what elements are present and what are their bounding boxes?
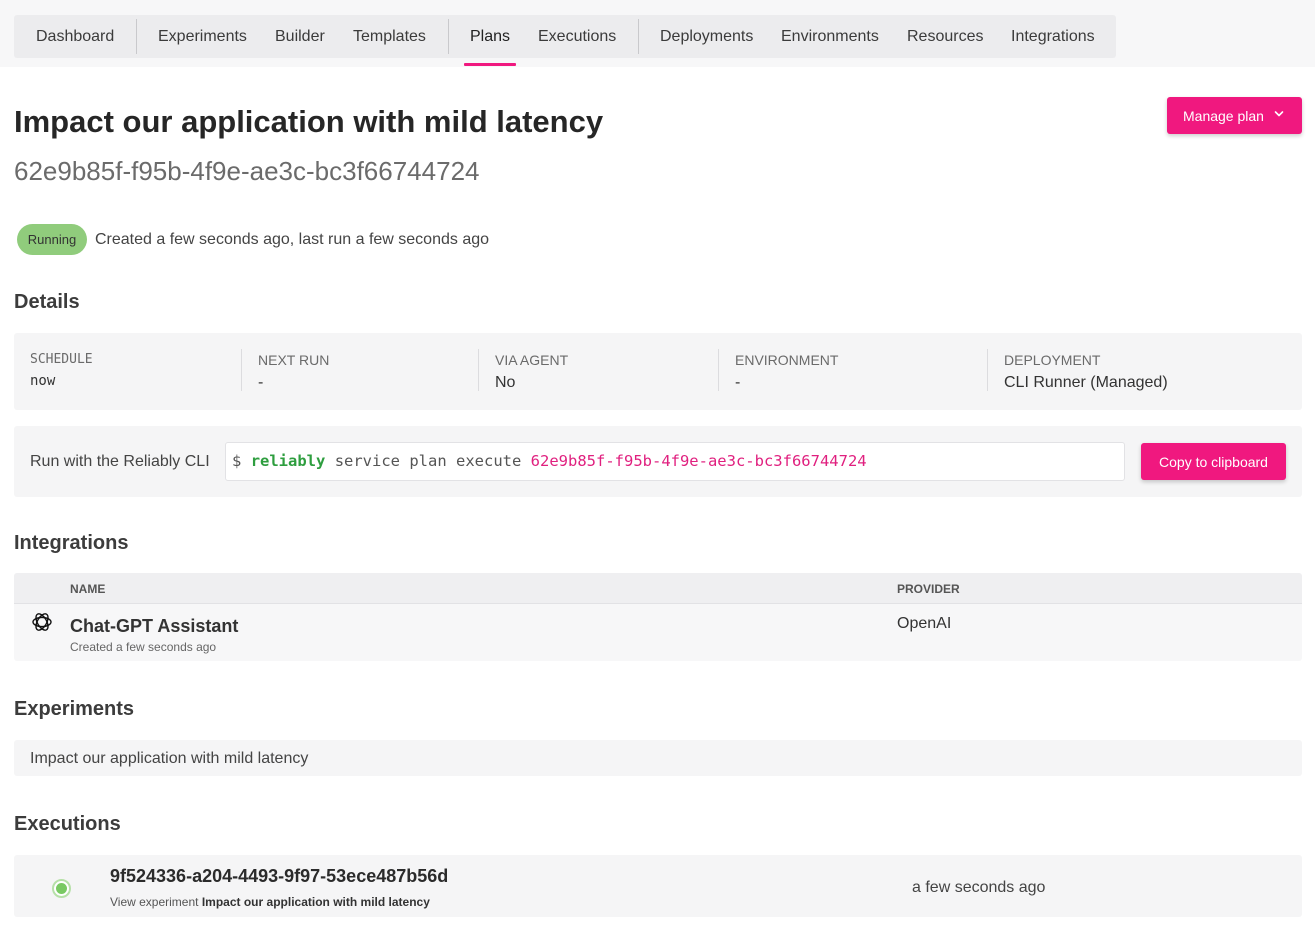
manage-plan-label: Manage plan — [1183, 107, 1264, 124]
plan-id: 62e9b85f-f95b-4f9e-ae3c-bc3f66744724 — [14, 156, 480, 186]
details-divider — [241, 349, 242, 391]
execution-experiment-name: Impact our application with mild latency — [201, 895, 430, 909]
nav-active-indicator — [464, 63, 516, 66]
manage-plan-button[interactable]: Manage plan — [1167, 97, 1302, 134]
copy-to-clipboard-button[interactable]: Copy to clipboard — [1141, 443, 1286, 480]
deployment-label: DEPLOYMENT — [1004, 352, 1101, 368]
nav-dashboard[interactable]: Dashboard — [36, 15, 114, 58]
execution-experiment-link[interactable]: View experiment Impact our application w… — [110, 895, 430, 909]
nav-divider — [448, 19, 449, 54]
nav-executions[interactable]: Executions — [538, 15, 616, 58]
execution-time: a few seconds ago — [912, 879, 1046, 896]
deployment-value: CLI Runner (Managed) — [1004, 374, 1168, 391]
nav-divider — [136, 19, 137, 54]
status-text: Created a few seconds ago, last run a fe… — [95, 231, 490, 248]
integration-provider: OpenAI — [897, 615, 952, 632]
via-agent-label: VIA AGENT — [495, 352, 569, 368]
chevron-down-icon — [1274, 111, 1284, 117]
nav-environments[interactable]: Environments — [781, 15, 879, 58]
cli-args: service plan execute — [334, 452, 522, 470]
nav-integrations[interactable]: Integrations — [1011, 15, 1095, 58]
table-header: NAME PROVIDER — [14, 573, 1302, 604]
page-title: Impact our application with mild latency — [14, 104, 604, 139]
cli-prompt: $ — [232, 452, 242, 470]
experiment-item[interactable]: Impact our application with mild latency — [14, 740, 1302, 776]
execution-id[interactable]: 9f524336-a204-4493-9f97-53ece487b56d — [110, 866, 448, 887]
next-run-value: - — [258, 374, 264, 391]
environment-label: ENVIRONMENT — [735, 352, 839, 368]
nav-divider — [638, 19, 639, 54]
nav-plans[interactable]: Plans — [470, 15, 510, 58]
nav-deployments[interactable]: Deployments — [660, 15, 753, 58]
openai-icon — [32, 613, 52, 631]
next-run-label: NEXT RUN — [258, 352, 330, 368]
cli-plan-id: 62e9b85f-f95b-4f9e-ae3c-bc3f66744724 — [530, 452, 867, 470]
details-divider — [718, 349, 719, 391]
nav-resources[interactable]: Resources — [907, 15, 983, 58]
schedule-value: now — [30, 373, 56, 389]
execution-status-icon — [52, 879, 71, 898]
cli-panel: Run with the Reliably CLI $ reliably ser… — [14, 426, 1302, 497]
integration-created: Created a few seconds ago — [70, 640, 217, 654]
experiments-heading: Experiments — [14, 698, 135, 720]
details-divider — [478, 349, 479, 391]
details-panel: SCHEDULE now NEXT RUN - VIA AGENT No ENV… — [14, 333, 1302, 410]
integrations-heading: Integrations — [14, 532, 129, 554]
schedule-label: SCHEDULE — [30, 352, 93, 367]
column-header-provider: PROVIDER — [897, 582, 960, 596]
integrations-table: NAME PROVIDER Chat-GPT Assistant Created… — [14, 573, 1302, 661]
cli-command: reliably — [250, 452, 326, 470]
execution-row[interactable]: 9f524336-a204-4493-9f97-53ece487b56d Vie… — [14, 855, 1302, 917]
cli-label: Run with the Reliably CLI — [30, 453, 210, 470]
details-heading: Details — [14, 291, 80, 313]
nav-experiments[interactable]: Experiments — [158, 15, 247, 58]
executions-heading: Executions — [14, 813, 121, 835]
status-badge: Running — [17, 224, 87, 255]
view-experiment-prefix: View experiment — [110, 895, 199, 909]
experiment-title: Impact our application with mild latency — [30, 750, 309, 767]
via-agent-value: No — [495, 374, 516, 391]
integration-name[interactable]: Chat-GPT Assistant — [70, 616, 238, 637]
cli-command-box[interactable]: $ reliably service plan execute 62e9b85f… — [225, 442, 1125, 481]
nav-templates[interactable]: Templates — [353, 15, 426, 58]
environment-value: - — [735, 374, 741, 391]
nav-builder[interactable]: Builder — [275, 15, 325, 58]
column-header-name: NAME — [70, 582, 106, 596]
details-divider — [987, 349, 988, 391]
